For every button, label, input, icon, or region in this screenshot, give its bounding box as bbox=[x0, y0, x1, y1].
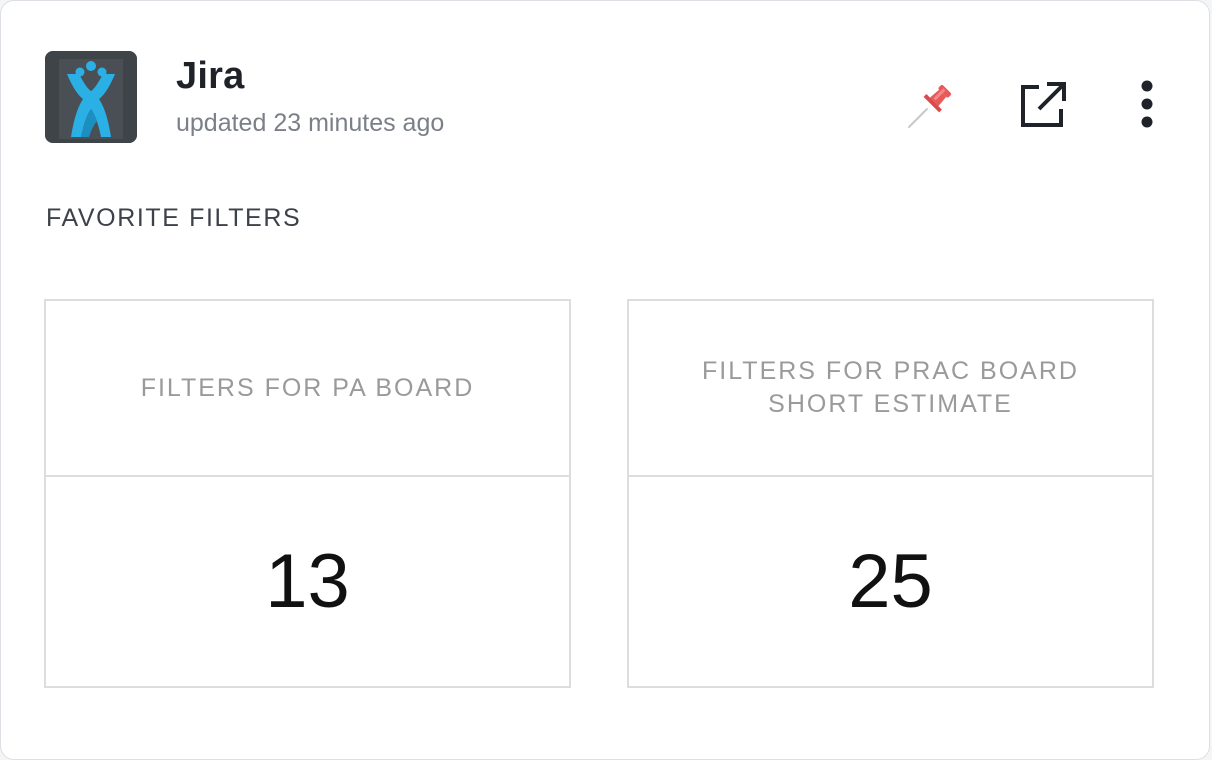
pin-icon bbox=[908, 84, 952, 128]
filter-tile[interactable]: FILTERS FOR PRAC BOARD SHORT ESTIMATE 25 bbox=[627, 299, 1154, 688]
jira-logo-icon bbox=[45, 51, 137, 143]
filter-label: FILTERS FOR PA BOARD bbox=[46, 301, 569, 477]
more-options-button[interactable] bbox=[1121, 79, 1173, 131]
section-heading: FAVORITE FILTERS bbox=[46, 204, 302, 232]
filter-label: FILTERS FOR PRAC BOARD SHORT ESTIMATE bbox=[629, 301, 1152, 477]
filter-count: 13 bbox=[265, 539, 350, 624]
app-title: Jira bbox=[176, 55, 245, 97]
pin-button[interactable] bbox=[905, 79, 957, 131]
open-external-icon bbox=[1021, 82, 1066, 127]
more-vertical-icon bbox=[1141, 80, 1153, 128]
filter-count: 25 bbox=[848, 539, 933, 624]
filter-tile[interactable]: FILTERS FOR PA BOARD 13 bbox=[44, 299, 571, 688]
last-updated-text: updated 23 minutes ago bbox=[176, 109, 445, 137]
jira-widget-card: Jira updated 23 minutes ago FAVORITE FIL… bbox=[0, 0, 1210, 760]
open-external-button[interactable] bbox=[1017, 79, 1069, 131]
